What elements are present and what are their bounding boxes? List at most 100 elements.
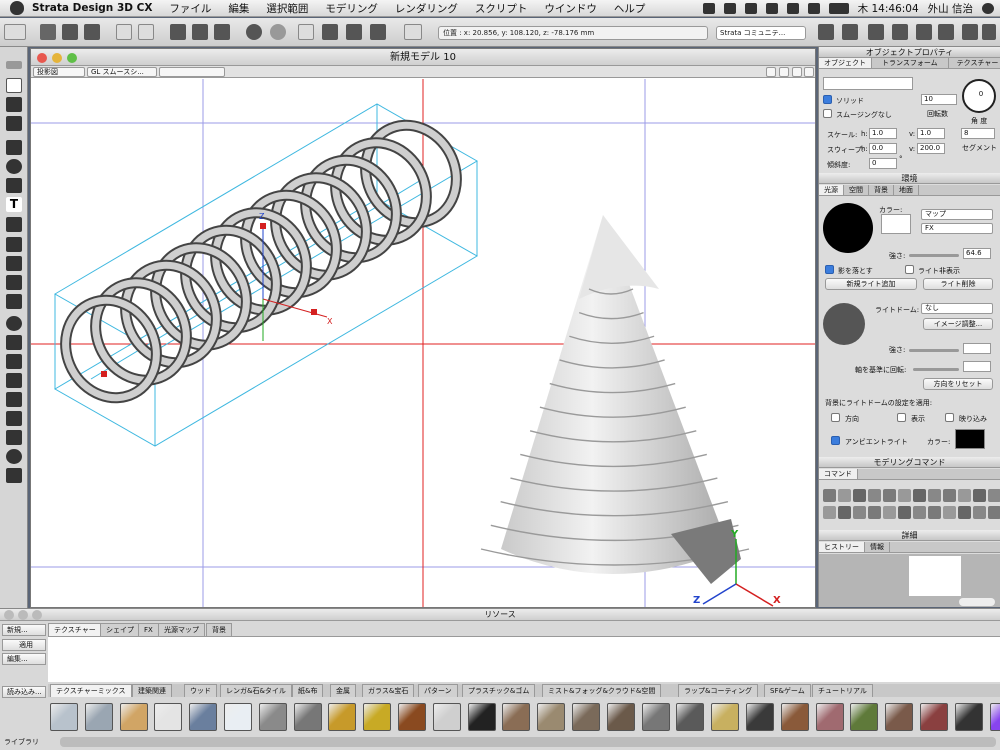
text-tool-icon[interactable]: T bbox=[6, 197, 22, 212]
texture-swatch[interactable] bbox=[711, 703, 740, 731]
copy-icon[interactable] bbox=[192, 24, 208, 40]
path-tool-icon[interactable] bbox=[6, 294, 22, 309]
menu-script[interactable]: スクリプト bbox=[475, 1, 528, 16]
texture-category-tab[interactable]: チュートリアル bbox=[812, 684, 873, 697]
modeling-command-icon[interactable] bbox=[973, 506, 986, 519]
menu-help[interactable]: ヘルプ bbox=[614, 1, 646, 16]
ambient-checkbox[interactable] bbox=[831, 436, 840, 445]
center-view-icon[interactable] bbox=[322, 24, 338, 40]
resources-tab-fx[interactable]: FX bbox=[138, 623, 159, 636]
rotate-axis-slider[interactable] bbox=[913, 368, 959, 371]
pointer-tool-icon[interactable] bbox=[6, 78, 22, 93]
sweep-tool-icon[interactable] bbox=[6, 237, 22, 252]
texture-category-tab[interactable]: 金属 bbox=[330, 684, 356, 697]
tab-texture[interactable]: テクスチャー bbox=[949, 58, 1000, 68]
modeling-command-icon[interactable] bbox=[853, 489, 866, 502]
modeling-command-icon[interactable] bbox=[868, 506, 881, 519]
texture-swatch[interactable] bbox=[850, 703, 879, 731]
undo-icon[interactable] bbox=[246, 24, 262, 40]
new-resource-button[interactable]: 新規... bbox=[2, 624, 46, 636]
texture-swatch[interactable] bbox=[676, 703, 705, 731]
volume-icon[interactable] bbox=[807, 3, 820, 14]
render-area-tool-icon[interactable] bbox=[6, 468, 22, 483]
tab-space[interactable]: 空間 bbox=[844, 185, 869, 195]
light-color-swatch[interactable] bbox=[881, 214, 911, 234]
dome-strength-field[interactable] bbox=[963, 343, 991, 354]
smoothing-checkbox[interactable] bbox=[823, 109, 832, 118]
expand-icon[interactable] bbox=[804, 67, 814, 77]
texture-swatch[interactable] bbox=[885, 703, 914, 731]
modeling-command-icon[interactable] bbox=[898, 506, 911, 519]
texture-swatch[interactable] bbox=[119, 703, 148, 731]
modeling-command-icon[interactable] bbox=[928, 506, 941, 519]
modeling-command-icon[interactable] bbox=[838, 489, 851, 502]
angle-field[interactable]: 0 bbox=[973, 90, 987, 101]
photoshop-icon[interactable] bbox=[138, 24, 154, 40]
light-tool-icon[interactable] bbox=[6, 316, 22, 331]
view-icon[interactable] bbox=[346, 24, 362, 40]
modeling-command-icon[interactable] bbox=[943, 506, 956, 519]
align-left-icon[interactable] bbox=[818, 24, 834, 40]
minimize-icon[interactable] bbox=[52, 53, 62, 63]
modeling-command-icon[interactable] bbox=[913, 506, 926, 519]
resources-tab-background[interactable]: 背景 bbox=[206, 623, 232, 636]
object-name-field[interactable] bbox=[823, 77, 913, 90]
3d-viewport[interactable]: Z X Y X Z bbox=[31, 79, 815, 607]
cube-tool-icon[interactable] bbox=[6, 178, 22, 193]
app-menu[interactable]: Strata Design 3D CX bbox=[32, 2, 152, 14]
tab-info[interactable]: 情報 bbox=[865, 542, 890, 552]
tab-background[interactable]: 背景 bbox=[869, 185, 894, 195]
export-icon[interactable] bbox=[962, 24, 978, 40]
show-checkbox[interactable] bbox=[897, 413, 906, 422]
resources-zoom-icon[interactable] bbox=[32, 610, 42, 620]
apple-icon[interactable] bbox=[10, 1, 24, 15]
texture-category-tab[interactable]: ラップ&コーティング bbox=[678, 684, 759, 697]
spotlight-icon[interactable] bbox=[982, 3, 994, 14]
texture-swatch[interactable] bbox=[746, 703, 774, 731]
menu-file[interactable]: ファイル bbox=[169, 1, 211, 16]
rotate-axis-field[interactable] bbox=[963, 361, 991, 372]
mirror-tool-icon[interactable] bbox=[6, 256, 22, 271]
info-icon[interactable] bbox=[982, 24, 996, 40]
photoshop-export-icon[interactable] bbox=[116, 24, 132, 40]
rotate-view-tool-icon[interactable] bbox=[6, 430, 22, 445]
menu-rendering[interactable]: レンダリング bbox=[395, 1, 458, 16]
modeling-command-icon[interactable] bbox=[823, 489, 836, 502]
fit-view-icon[interactable] bbox=[298, 24, 314, 40]
resources-minimize-icon[interactable] bbox=[18, 610, 28, 620]
map-select[interactable]: マップ bbox=[921, 209, 993, 220]
sweep-v-field[interactable]: 200.0 bbox=[917, 143, 945, 154]
texture-swatch[interactable] bbox=[606, 703, 635, 731]
scale-v-field[interactable]: 1.0 bbox=[917, 128, 945, 139]
texture-swatch[interactable] bbox=[954, 703, 983, 731]
tab-commands[interactable]: コマンド bbox=[819, 469, 858, 479]
texture-swatch[interactable] bbox=[989, 703, 1000, 731]
texture-category-tab[interactable]: ウッド bbox=[184, 684, 217, 697]
new-light-button[interactable]: 新規ライト追加 bbox=[825, 278, 917, 290]
uv-icon[interactable] bbox=[404, 24, 422, 40]
menu-selection[interactable]: 選択範囲 bbox=[266, 1, 308, 16]
modeling-command-icon[interactable] bbox=[823, 506, 836, 519]
layout-icon[interactable] bbox=[766, 67, 776, 77]
cast-shadow-checkbox[interactable] bbox=[825, 265, 834, 274]
texture-swatch[interactable] bbox=[572, 703, 600, 731]
tab-light[interactable]: 光源 bbox=[819, 185, 844, 195]
texture-swatch[interactable] bbox=[154, 703, 183, 731]
modeling-command-icon[interactable] bbox=[853, 506, 866, 519]
tab-ground[interactable]: 地面 bbox=[894, 185, 919, 195]
modeling-command-icon[interactable] bbox=[868, 489, 881, 502]
resources-close-icon[interactable] bbox=[4, 610, 14, 620]
turns-field[interactable]: 10 bbox=[921, 94, 957, 105]
print-icon[interactable] bbox=[938, 24, 954, 40]
modeling-command-icon[interactable] bbox=[928, 489, 941, 502]
wifi-icon[interactable] bbox=[786, 3, 799, 14]
camera-icon[interactable] bbox=[370, 24, 386, 40]
modeling-command-icon[interactable] bbox=[943, 489, 956, 502]
grid-tool-icon[interactable] bbox=[6, 392, 22, 407]
modeling-command-icon[interactable] bbox=[988, 506, 1000, 519]
timemachine-icon[interactable] bbox=[744, 3, 757, 14]
image-adjust-button[interactable]: イメージ調整... bbox=[923, 318, 993, 330]
resources-tab-texture[interactable]: テクスチャー bbox=[48, 623, 102, 636]
load-button[interactable]: 読み込み... bbox=[2, 686, 46, 698]
texture-category-tab[interactable]: SF&ゲーム bbox=[764, 684, 811, 697]
